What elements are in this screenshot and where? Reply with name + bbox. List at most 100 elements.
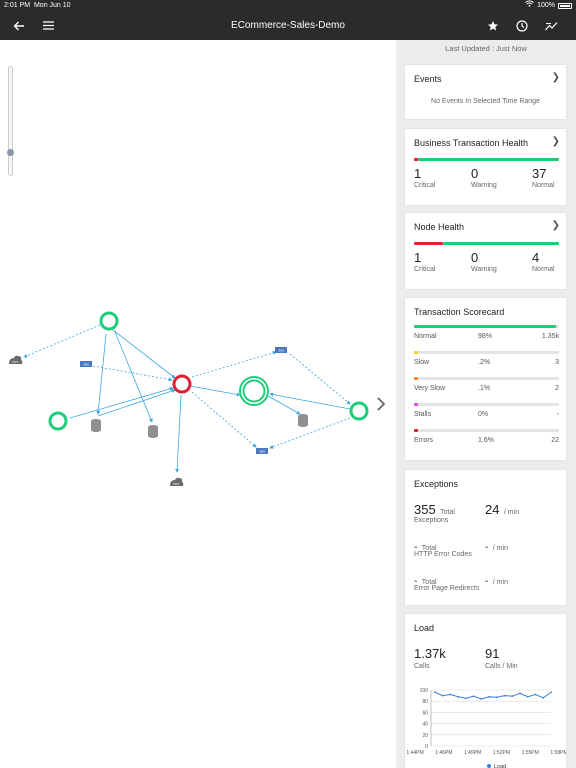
chevron-right-icon[interactable]: ❯	[552, 136, 560, 147]
bt-health-title: Business Transaction Health	[414, 138, 529, 148]
status-time-date: 2:01 PM Mon Jun 10	[4, 0, 71, 11]
node-normal-count: 4	[532, 250, 540, 265]
flow-map[interactable]: HTTP HTTP JMS JMS JMS	[0, 40, 396, 768]
star-icon[interactable]	[482, 11, 504, 40]
redirects-rate: - / min	[485, 571, 508, 589]
chart-series-line	[434, 691, 552, 700]
database-icon[interactable]	[91, 419, 101, 432]
database-icon[interactable]	[148, 425, 158, 438]
chart-x-tick: 1:49PM	[464, 750, 481, 756]
chart-point	[457, 695, 460, 698]
chevron-right-icon[interactable]	[377, 397, 386, 411]
chart-y-tick: 0	[425, 744, 428, 750]
tier-node[interactable]	[99, 311, 119, 331]
tier-node[interactable]	[48, 411, 68, 431]
exceptions-rate-value: 24	[485, 502, 500, 517]
chart-point	[542, 696, 545, 699]
chart-point	[434, 691, 436, 694]
zoom-slider-thumb[interactable]	[7, 149, 14, 156]
app-bar: ECommerce-Sales-Demo	[0, 11, 576, 40]
edge	[191, 391, 257, 448]
scorecard-bar-fill	[414, 403, 419, 406]
scorecard-bar-track	[414, 403, 559, 406]
cloud-icon[interactable]: HTTP	[170, 477, 184, 486]
tier-node-critical[interactable]	[172, 374, 192, 394]
exceptions-title: Exceptions	[414, 479, 459, 489]
scorecard-bar-fill	[414, 429, 419, 432]
chart-x-tick: 1:46PM	[435, 750, 452, 756]
node-warning-count: 0	[471, 250, 479, 265]
edge	[69, 386, 174, 419]
chart-y-tick: 40	[422, 722, 428, 728]
scorecard-title: Transaction Scorecard	[414, 307, 505, 317]
edge	[97, 389, 176, 417]
chart-x-tick: 1:58PM	[550, 750, 566, 756]
chart-point	[511, 695, 514, 698]
battery-percent: 100%	[537, 2, 555, 9]
edge	[191, 350, 277, 378]
events-card[interactable]: Events ❯ No Events In Selected Time Rang…	[405, 65, 566, 119]
queue-label: JMS	[83, 363, 89, 367]
edge	[289, 353, 351, 405]
exceptions-total-label: Exceptions	[414, 517, 449, 524]
edge	[269, 417, 351, 449]
node-health-card[interactable]: Node Health ❯ 1 Critical 0 Warning 4 Nor…	[405, 213, 566, 289]
tier-node[interactable]	[349, 401, 369, 421]
tier-node-ring	[242, 379, 266, 403]
flow-map-canvas[interactable]: HTTP HTTP JMS JMS JMS	[0, 40, 396, 768]
cloud-label: HTTP	[173, 483, 180, 486]
scorecard-bar-track	[414, 429, 559, 432]
node-normal-bar	[443, 242, 559, 245]
load-cpm-label: Calls / Min	[485, 663, 518, 670]
chart-point	[441, 694, 444, 697]
status-time: 2:01 PM	[4, 2, 31, 9]
queue-icon[interactable]: JMS	[275, 347, 287, 353]
chevron-right-icon[interactable]: ❯	[552, 72, 560, 83]
scorecard-row-count: -	[556, 411, 559, 418]
chevron-right-icon[interactable]: ❯	[552, 220, 560, 231]
scorecard-bar-track	[414, 325, 559, 328]
trend-icon[interactable]	[540, 11, 562, 40]
battery-icon	[558, 2, 572, 9]
scorecard-row-percent: .2%	[478, 359, 491, 366]
bt-health-card[interactable]: Business Transaction Health ❯ 1 Critical…	[405, 129, 566, 205]
load-calls-label: Calls	[414, 663, 430, 670]
scorecard-bar-track	[414, 377, 559, 380]
node-health-title: Node Health	[414, 222, 465, 232]
database-icon[interactable]	[298, 414, 308, 427]
http-errors-label: HTTP Error Codes	[414, 551, 472, 558]
queue-label: JMS	[259, 450, 265, 454]
events-empty: No Events In Selected Time Range	[431, 98, 540, 105]
chart-x-tick: 1:52PM	[493, 750, 510, 756]
last-updated: Last Updated : Just Now	[445, 44, 527, 53]
scorecard-card[interactable]: Transaction Scorecard Normal 98% 1.35k Slow…	[405, 298, 566, 460]
cloud-icon[interactable]: HTTP	[9, 355, 23, 364]
status-bar: 2:01 PM Mon Jun 10 100%	[0, 0, 576, 11]
chart-point	[495, 696, 498, 699]
chart-point	[519, 692, 521, 695]
chart-y-tick: 60	[422, 710, 428, 716]
legend-swatch	[487, 764, 491, 768]
scorecard-row-label: Errors	[414, 437, 434, 444]
exceptions-rate: 24 / min	[485, 501, 519, 519]
load-title: Load	[414, 623, 435, 633]
exceptions-total-value: 355	[414, 502, 436, 517]
edge	[96, 333, 107, 415]
status-date: Mon Jun 10	[33, 2, 71, 9]
chart-point	[534, 693, 537, 696]
scorecard-row-count: 2	[555, 385, 559, 392]
chart-x-tick: 1:44PM	[406, 750, 423, 756]
queue-icon[interactable]: JMS	[80, 361, 92, 367]
exceptions-card[interactable]: Exceptions 355 Total Exceptions 24 / min…	[405, 470, 566, 605]
queue-icon[interactable]: JMS	[256, 448, 268, 454]
clock-icon[interactable]	[511, 11, 533, 40]
status-right: 100%	[525, 0, 572, 11]
node-normal-label: Normal	[532, 266, 555, 273]
scorecard-row-label: Slow	[414, 359, 430, 366]
summary-panel[interactable]: Last Updated : Just Now Events ❯ No Even…	[396, 40, 576, 768]
load-card[interactable]: Load 1.37k Calls 91 Calls / Min 0 20 40 60 8…	[405, 614, 566, 768]
bt-warning-count: 0	[471, 166, 479, 181]
async-edges	[23, 324, 351, 449]
zoom-slider[interactable]	[8, 66, 13, 176]
bt-critical-label: Critical	[414, 182, 436, 189]
